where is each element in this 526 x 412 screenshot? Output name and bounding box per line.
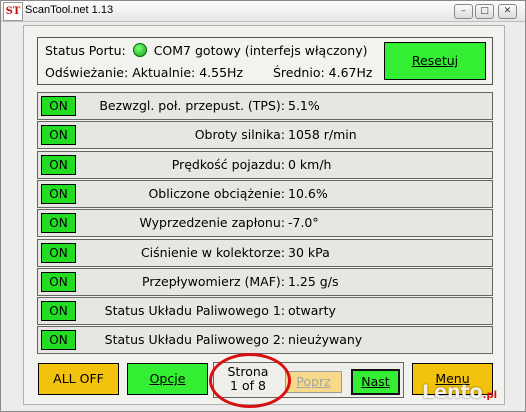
sensor-value: 1058 r/min	[288, 127, 357, 142]
sensor-toggle-button[interactable]: ON	[41, 155, 76, 175]
average-rate-label: Średnio:	[273, 65, 325, 80]
prev-page-button[interactable]: Poprz	[285, 371, 342, 393]
sensor-row: ON Prędkość pojazdu: 0 km/h	[37, 151, 493, 179]
sensor-toggle-button[interactable]: ON	[41, 125, 76, 145]
status-led-icon	[132, 43, 147, 57]
sensor-value: 30 kPa	[288, 245, 330, 260]
sensor-toggle-button[interactable]: ON	[41, 184, 76, 204]
close-button[interactable]: ✕	[498, 4, 517, 19]
refresh-rate-line: Odświeżanie: Aktualnie: 4.55Hz	[45, 65, 243, 80]
app-logo-icon: ST	[3, 2, 23, 21]
watermark-logo: Lento.pl	[422, 381, 497, 403]
sensor-row: ON Wyprzedzenie zapłonu: -7.0°	[37, 209, 493, 237]
main-panel: Status Portu: COM7 gotowy (interfejs włą…	[23, 25, 505, 405]
all-off-button[interactable]: ALL OFF	[38, 363, 119, 395]
sensor-toggle-button[interactable]: ON	[41, 96, 76, 116]
sensor-row: ON Obliczone obciążenie: 10.6%	[37, 180, 493, 208]
sensor-toggle-button[interactable]: ON	[41, 213, 76, 233]
sensor-row: ON Status Układu Paliwowego 1: otwarty	[37, 297, 493, 325]
sensor-value: 1.25 g/s	[288, 274, 339, 289]
sensor-label: Obliczone obciążenie:	[148, 186, 285, 201]
maximize-button[interactable]: □	[475, 4, 494, 19]
sensor-label: Ciśnienie w kolektorze:	[140, 245, 285, 260]
sensor-label: Status Układu Paliwowego 2:	[104, 332, 285, 347]
sensor-label: Wyprzedzenie zapłonu:	[139, 215, 285, 230]
current-rate-value: 4.55Hz	[199, 65, 244, 80]
reset-button[interactable]: Resetuj	[384, 42, 486, 80]
average-rate-value: 4.67Hz	[328, 65, 373, 80]
port-status-line: Status Portu: COM7 gotowy (interfejs włą…	[45, 43, 367, 58]
sensor-value: otwarty	[288, 303, 336, 318]
sensor-toggle-button[interactable]: ON	[41, 243, 76, 263]
sensor-value: 0 km/h	[288, 157, 332, 172]
sensor-label: Prędkość pojazdu:	[171, 157, 285, 172]
app-window: ST ScanTool.net 1.13 – □ ✕ Status Portu:…	[0, 0, 526, 412]
port-status-label: Status Portu:	[45, 43, 126, 58]
red-highlight-circle	[209, 353, 291, 408]
sensor-row: ON Status Układu Paliwowego 2: nieużywany	[37, 326, 493, 354]
window-title: ScanTool.net 1.13	[25, 4, 114, 16]
sensor-row: ON Bezwzgl. poł. przepust. (TPS): 5.1%	[37, 92, 493, 120]
sensor-row: ON Przepływomierz (MAF): 1.25 g/s	[37, 268, 493, 296]
sensor-label: Bezwzgl. poł. przepust. (TPS):	[99, 98, 285, 113]
average-rate: Średnio: 4.67Hz	[273, 65, 372, 80]
port-status-value: COM7 gotowy (interfejs włączony)	[153, 43, 368, 58]
minimize-button[interactable]: –	[454, 4, 473, 19]
options-button[interactable]: Opcje	[127, 363, 208, 395]
next-page-button[interactable]: Nast	[351, 369, 400, 395]
sensor-label: Przepływomierz (MAF):	[142, 274, 285, 289]
sensor-toggle-button[interactable]: ON	[41, 330, 76, 350]
watermark-text: Lento	[422, 381, 483, 403]
sensor-value: nieużywany	[288, 332, 363, 347]
sensor-value: 10.6%	[288, 186, 328, 201]
sensor-toggle-button[interactable]: ON	[41, 301, 76, 321]
refresh-label: Odświeżanie:	[45, 65, 129, 80]
sensor-toggle-button[interactable]: ON	[41, 272, 76, 292]
sensor-row: ON Ciśnienie w kolektorze: 30 kPa	[37, 239, 493, 267]
sensor-value: 5.1%	[288, 98, 320, 113]
watermark-suffix: .pl	[482, 390, 498, 401]
sensor-value: -7.0°	[288, 215, 319, 230]
title-bar: ST ScanTool.net 1.13 – □ ✕	[1, 1, 525, 22]
sensor-label: Status Układu Paliwowego 1:	[104, 303, 285, 318]
sensor-row: ON Obroty silnika: 1058 r/min	[37, 121, 493, 149]
port-status-box: Status Portu: COM7 gotowy (interfejs włą…	[37, 37, 493, 85]
current-rate-label: Aktualnie:	[132, 65, 196, 80]
sensor-label: Obroty silnika:	[194, 127, 285, 142]
